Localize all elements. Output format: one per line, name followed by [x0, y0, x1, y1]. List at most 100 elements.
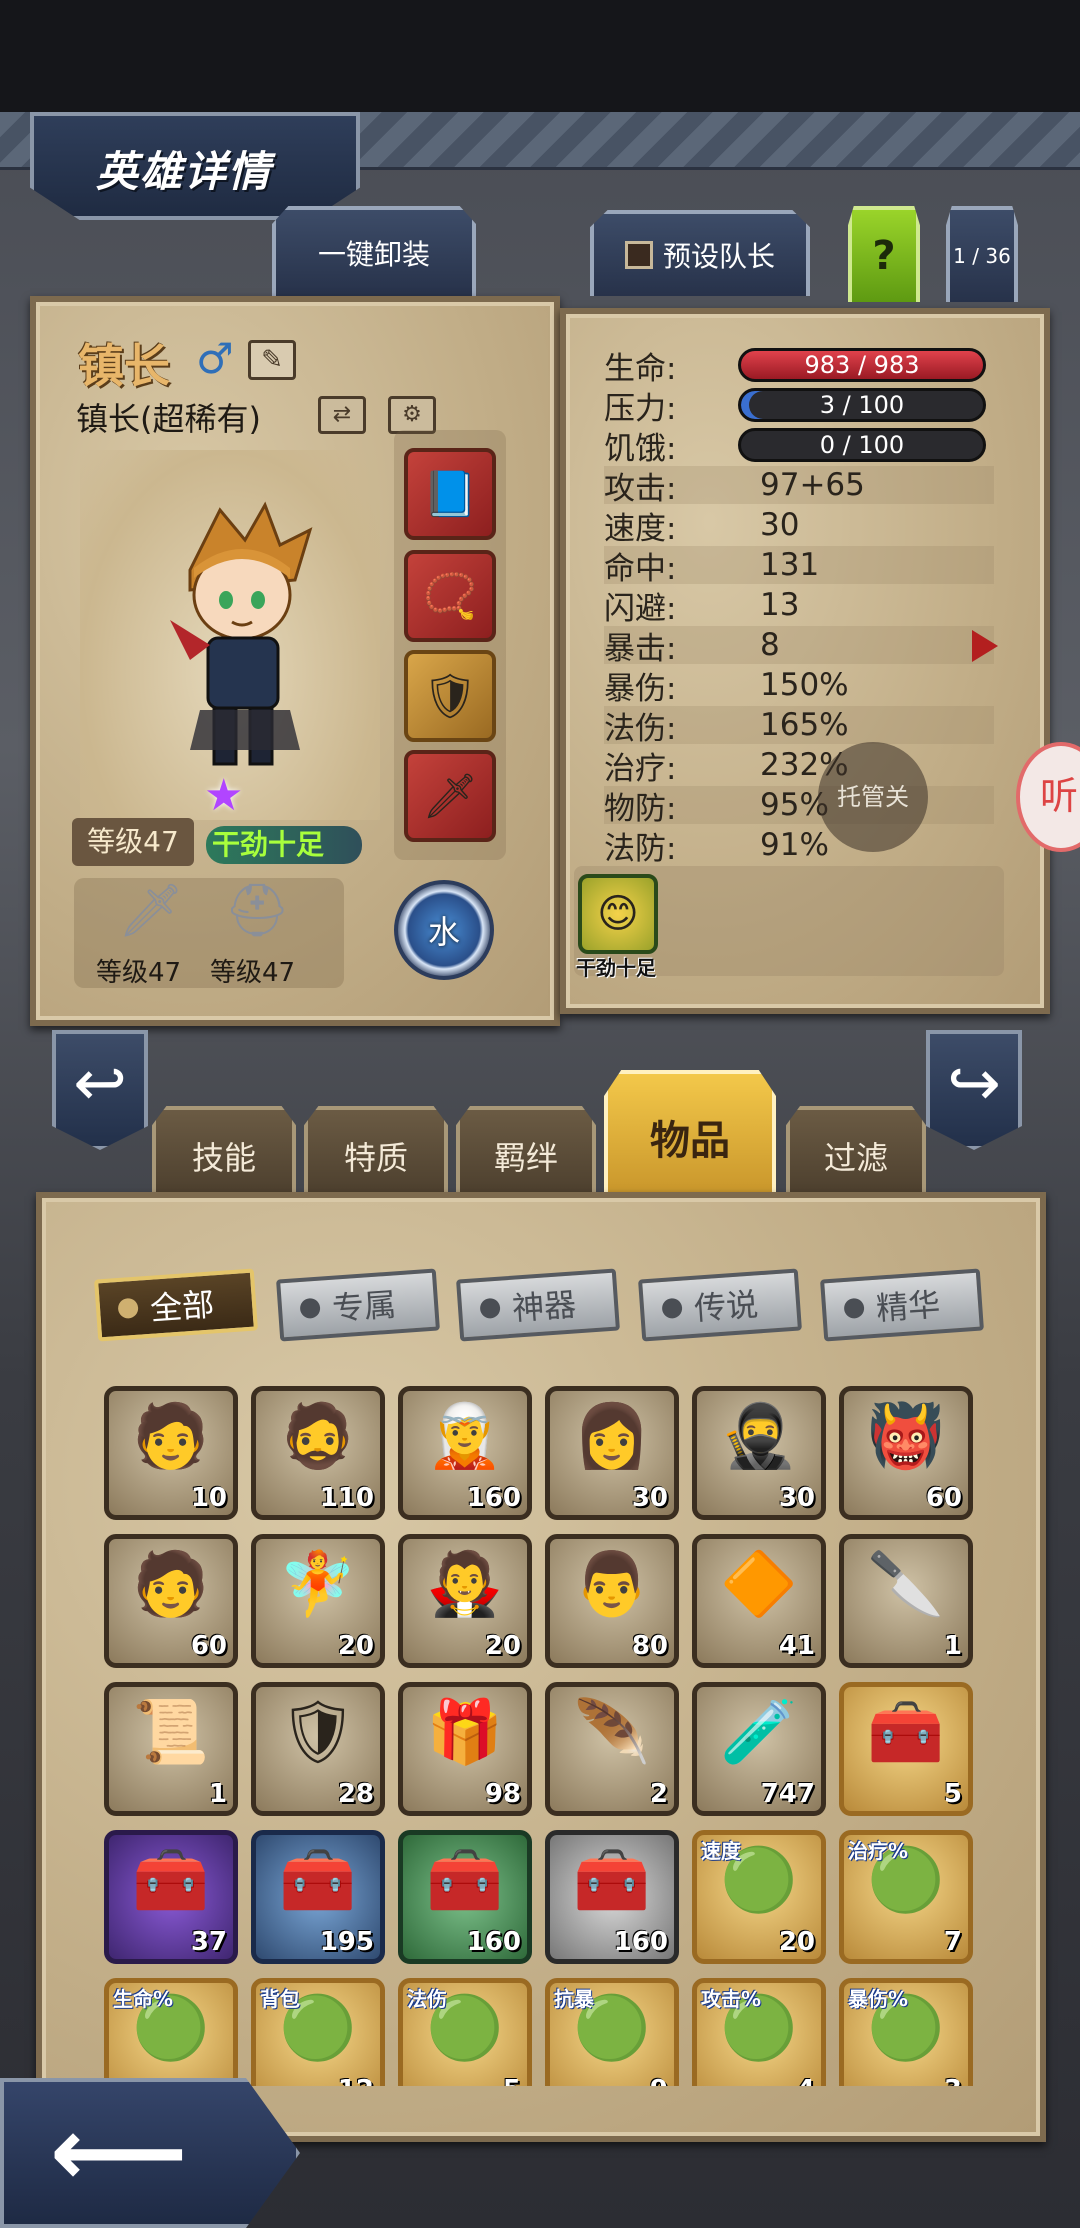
filter-exclusive[interactable]: 专属 [276, 1268, 440, 1342]
unequip-all-button[interactable]: 一键卸装 [272, 206, 476, 296]
book-icon: 📘 [422, 469, 478, 520]
item-slot[interactable]: 🟢攻击%4 [692, 1978, 826, 2086]
stat-row: 速度: 30 [604, 506, 994, 547]
next-stat-arrow-icon[interactable] [972, 630, 998, 662]
item-quantity: 110 [319, 1483, 374, 1513]
shield-gear-slot[interactable]: 🛡 [404, 650, 496, 742]
next-hero-arrow-icon[interactable]: ↪ [926, 1030, 1022, 1150]
item-slot[interactable]: 👨 80 [545, 1534, 679, 1668]
item-slot[interactable]: 🟢法伤5 [398, 1978, 532, 2086]
item-slot[interactable]: 🟢 生命% [104, 1978, 238, 2086]
filter-exclusive-label: 专属 [330, 1285, 398, 1328]
back-arrow-button[interactable]: ⟵ [0, 2078, 300, 2228]
item-slot[interactable]: 🔶 41 [692, 1534, 826, 1668]
prev-hero-arrow-icon[interactable]: ↩ [52, 1030, 148, 1150]
item-icon: 🧰 [426, 1843, 504, 1916]
weapon-icon[interactable]: 🗡 [118, 880, 184, 941]
shield-icon: 🛡 [422, 671, 478, 722]
item-slot[interactable]: 🟢 治疗% 7 [839, 1830, 973, 1964]
stat-label: 压力: [604, 390, 677, 427]
item-slot[interactable]: 🟢背包12 [251, 1978, 385, 2086]
item-quantity: 160 [466, 1927, 521, 1957]
swap-class-icon[interactable]: ⇄ [318, 396, 366, 434]
preset-leader-toggle[interactable]: 预设队长 [590, 210, 810, 296]
item-slot[interactable]: 🧑 60 [104, 1534, 238, 1668]
filter-artifact[interactable]: 神器 [456, 1268, 620, 1342]
class-tree-icon[interactable]: ⚙ [388, 396, 436, 434]
item-slot[interactable]: 🧚 20 [251, 1534, 385, 1668]
item-slot[interactable]: 🧑 10 [104, 1386, 238, 1520]
sword-gear-slot[interactable]: 🗡 [404, 750, 496, 842]
stat-value: 97+65 [760, 467, 865, 503]
stat-row: 物防: 95% [604, 786, 994, 827]
filter-essence[interactable]: 精华 [820, 1268, 984, 1342]
item-slot[interactable]: 🛡 28 [251, 1682, 385, 1816]
item-slot[interactable]: 🔪 1 [839, 1534, 973, 1668]
item-slot[interactable]: 🧰 5 [839, 1682, 973, 1816]
item-slot[interactable]: 👹 60 [839, 1386, 973, 1520]
item-icon: 🎁 [426, 1695, 504, 1768]
preset-leader-checkbox[interactable] [624, 241, 653, 269]
item-slot[interactable]: 🟢抗暴9 [545, 1978, 679, 2086]
item-slot[interactable]: 🪶 2 [545, 1682, 679, 1816]
item-quantity: 28 [337, 1779, 374, 1809]
hero-class: 镇长(超稀有) [76, 400, 261, 438]
mood-status: 干劲十足 [206, 826, 362, 864]
item-icon: 🥷 [720, 1399, 798, 1472]
item-icon: 🧰 [132, 1843, 210, 1916]
item-quantity: 98 [484, 1779, 521, 1809]
tab-filter[interactable]: 过滤 [786, 1106, 926, 1202]
item-quantity: 10 [190, 1483, 227, 1513]
trait-icon[interactable]: 😊 [578, 874, 658, 954]
tab-bonds[interactable]: 羁绊 [456, 1106, 596, 1202]
item-quantity: 20 [337, 1631, 374, 1661]
armor-level: 等级47 [210, 958, 296, 988]
auto-manage-float-button[interactable]: 托管关 [818, 742, 928, 852]
item-quantity: 1 [208, 1779, 227, 1809]
item-slot[interactable]: 🥷 30 [692, 1386, 826, 1520]
tab-items[interactable]: 物品 [604, 1070, 776, 1200]
item-slot[interactable]: 🧛 20 [398, 1534, 532, 1668]
item-quantity: 30 [778, 1483, 815, 1513]
element-badge[interactable]: 水 [394, 880, 494, 980]
stat-label: 治疗: [604, 750, 677, 787]
item-icon: 🧰 [867, 1695, 945, 1768]
helmet-icon[interactable]: ⛑ [224, 880, 290, 941]
filter-dot-icon [299, 1297, 321, 1320]
stress-bar: 3 / 100 [738, 388, 986, 422]
item-tag: 法伤 [407, 1987, 447, 2011]
item-slot[interactable]: 🧪 747 [692, 1682, 826, 1816]
male-symbol-icon: ♂ [196, 334, 234, 383]
item-icon: 🧚 [279, 1547, 357, 1620]
book-gear-slot[interactable]: 📘 [404, 448, 496, 540]
filter-legend[interactable]: 传说 [638, 1268, 802, 1342]
item-slot[interactable]: 🟢 速度 20 [692, 1830, 826, 1964]
item-slot[interactable]: 📜 1 [104, 1682, 238, 1816]
item-slot[interactable]: 👩 30 [545, 1386, 679, 1520]
item-slot[interactable]: 🧰 37 [104, 1830, 238, 1964]
item-tag: 背包 [260, 1987, 300, 2011]
item-slot[interactable]: 🧰 160 [545, 1830, 679, 1964]
amulet-gear-slot[interactable]: 📿 [404, 550, 496, 642]
item-quantity: 3 [944, 2075, 962, 2086]
item-slot[interactable]: 🟢暴伤%3 [839, 1978, 973, 2086]
item-quantity: 80 [631, 1631, 668, 1661]
item-quantity: 60 [925, 1483, 962, 1513]
filter-artifact-label: 神器 [510, 1285, 578, 1328]
item-tag: 抗暴 [554, 1987, 594, 2011]
stat-row: 治疗: 232% [604, 746, 994, 787]
item-quantity: 20 [484, 1631, 521, 1661]
amulet-icon: 📿 [422, 571, 478, 622]
item-slot[interactable]: 🧔 110 [251, 1386, 385, 1520]
tab-traits[interactable]: 特质 [304, 1106, 448, 1202]
item-quantity: 1 [943, 1631, 962, 1661]
help-button[interactable]: ? [848, 206, 920, 302]
item-slot[interactable]: 🧝 160 [398, 1386, 532, 1520]
item-slot[interactable]: 🧰 160 [398, 1830, 532, 1964]
edit-name-icon[interactable]: ✎ [248, 340, 296, 380]
filter-all[interactable]: 全部 [94, 1268, 258, 1342]
item-slot[interactable]: 🧰 195 [251, 1830, 385, 1964]
item-slot[interactable]: 🎁 98 [398, 1682, 532, 1816]
tab-skills[interactable]: 技能 [152, 1106, 296, 1202]
filter-dot-icon [661, 1297, 683, 1320]
